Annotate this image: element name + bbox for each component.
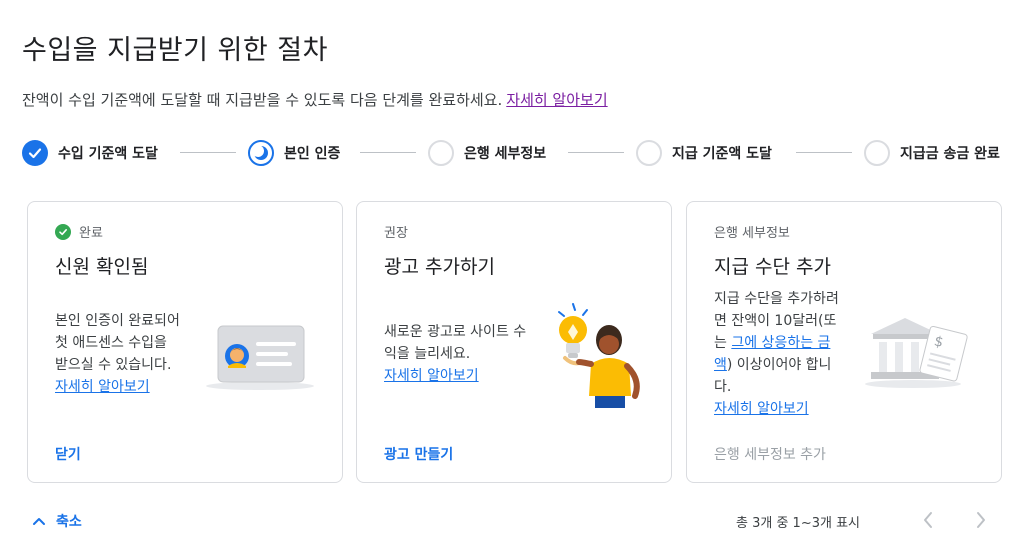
half-moon-icon	[248, 140, 274, 166]
collapse-label: 축소	[56, 514, 82, 530]
equivalent-amount-link[interactable]: 그에 상응하는 금	[731, 335, 830, 351]
body-line: 첫 애드센스 수입을	[55, 335, 167, 351]
add-bank-details-button: 은행 세부정보 추가	[714, 447, 826, 463]
empty-circle-icon	[864, 140, 890, 166]
card-tag: 은행 세부정보	[714, 222, 790, 241]
step-connector	[568, 152, 624, 153]
bank-check-illustration: $	[861, 312, 973, 396]
card-body: 새로운 광고로 사이트 수 익을 늘리세요. 자세히 알아보기	[384, 321, 526, 387]
step-bank-details: 은행 세부정보	[428, 139, 546, 167]
card-body: 지급 수단을 추가하려 면 잔액이 10달러(또 는 그에 상응하는 금 액) …	[714, 288, 839, 420]
page-title: 수입을 지급받기 위한 절차	[22, 35, 328, 66]
learn-more-link[interactable]: 자세히 알아보기	[506, 91, 607, 109]
step-income-threshold: 수입 기준액 도달	[22, 139, 158, 167]
page-subtitle: 잔액이 수입 기준액에 도달할 때 지급받을 수 있도록 다음 단계를 완료하세…	[22, 89, 608, 110]
pagination-status: 총 3개 중 1~3개 표시	[736, 516, 860, 531]
step-label: 은행 세부정보	[464, 146, 547, 162]
body-line: 새로운 광고로 사이트 수	[384, 324, 527, 340]
step-connector	[796, 152, 852, 153]
body-line: 면 잔액이 10달러(또	[714, 313, 837, 329]
card-tag-label: 완료	[79, 226, 103, 241]
card-title: 신원 확인됨	[55, 256, 149, 278]
card-body: 본인 인증이 완료되어 첫 애드센스 수입을 받으실 수 있습니다. 자세히 알…	[55, 310, 180, 398]
body-line: 는 그에 상응하는 금	[714, 332, 839, 354]
body-line: 지급 수단을 추가하려	[714, 291, 839, 307]
step-label: 수입 기준액 도달	[58, 146, 158, 162]
collapse-button[interactable]: 축소	[32, 511, 82, 531]
chevron-up-icon	[33, 518, 45, 525]
equivalent-amount-link[interactable]: 액	[714, 357, 727, 373]
chevron-right-icon[interactable]	[969, 508, 993, 532]
step-label: 지급금 송금 완료	[900, 146, 1000, 162]
card-tag: 완료	[55, 222, 103, 241]
chevron-left-icon[interactable]	[916, 508, 940, 532]
create-ad-button[interactable]: 광고 만들기	[384, 444, 453, 464]
learn-more-link[interactable]: 자세히 알아보기	[714, 398, 839, 420]
step-connector	[180, 152, 236, 153]
body-line: 본인 인증이 완료되어	[55, 313, 180, 329]
dismiss-button[interactable]: 닫기	[55, 444, 81, 464]
identity-verified-card: 완료 신원 확인됨 본인 인증이 완료되어 첫 애드센스 수입을 받으실 수 있…	[27, 201, 343, 483]
step-payment-threshold: 지급 기준액 도달	[636, 139, 772, 167]
step-identity-verification: 본인 인증	[248, 139, 340, 167]
body-line: 익을 늘리세요.	[384, 346, 471, 362]
step-connector	[360, 152, 416, 153]
empty-circle-icon	[636, 140, 662, 166]
subtitle-text: 잔액이 수입 기준액에 도달할 때 지급받을 수 있도록 다음 단계를 완료하세…	[22, 91, 503, 109]
body-line: 다.	[714, 379, 732, 395]
card-tag: 권장	[384, 222, 408, 241]
step-label: 본인 인증	[284, 146, 341, 162]
check-circle-icon	[55, 223, 71, 240]
empty-circle-icon	[428, 140, 454, 166]
card-title: 지급 수단 추가	[714, 256, 831, 278]
id-card-illustration	[204, 322, 316, 396]
step-payment-sent: 지급금 송금 완료	[864, 139, 1000, 167]
body-text: 는	[714, 335, 732, 351]
progress-stepper: 수입 기준액 도달 본인 인증 은행 세부정보 지급 기준액 도달 지급금 송금…	[22, 139, 1012, 167]
card-title: 광고 추가하기	[384, 256, 495, 278]
learn-more-link[interactable]: 자세히 알아보기	[55, 376, 180, 398]
add-ads-card: 권장 광고 추가하기 새로운 광고로 사이트 수 익을 늘리세요. 자세히 알아…	[356, 201, 672, 483]
body-text: ) 이상이어야 합니	[726, 357, 832, 373]
body-line: 받으실 수 있습니다.	[55, 357, 172, 373]
step-label: 지급 기준액 도달	[672, 146, 772, 162]
learn-more-link[interactable]: 자세히 알아보기	[384, 365, 526, 387]
body-line: 액) 이상이어야 합니	[714, 354, 839, 376]
check-icon	[22, 140, 48, 166]
card-tag-label: 권장	[384, 226, 408, 241]
card-tag-label: 은행 세부정보	[714, 226, 790, 241]
add-payment-method-card: 은행 세부정보 지급 수단 추가 지급 수단을 추가하려 면 잔액이 10달러(…	[686, 201, 1002, 483]
lightbulb-person-illustration	[551, 300, 651, 416]
